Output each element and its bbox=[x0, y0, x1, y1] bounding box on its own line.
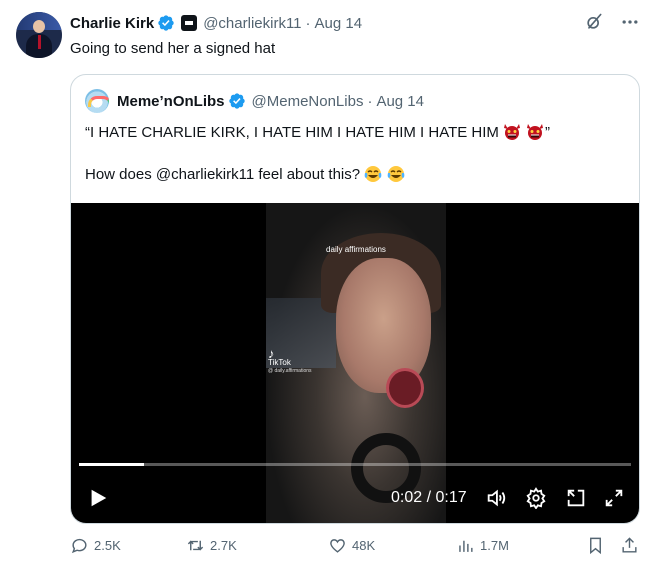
tweet-top-actions bbox=[584, 12, 640, 32]
views-icon bbox=[459, 540, 473, 552]
verified-badge-icon bbox=[228, 93, 245, 109]
quoted-text-main: I HATE CHARLIE KIRK, I HATE HIM I HATE H… bbox=[90, 123, 499, 141]
bookmark-button[interactable] bbox=[586, 536, 605, 555]
verified-badge-icon bbox=[158, 15, 174, 31]
video-duration: 0:17 bbox=[435, 489, 467, 506]
video-progress-fill bbox=[79, 463, 145, 466]
reply-button[interactable]: 2.5K bbox=[70, 536, 121, 555]
quoted-text-line-2: How does @charliekirk11 feel about this? bbox=[85, 164, 406, 184]
fullscreen-icon[interactable] bbox=[603, 487, 625, 509]
tiktok-logo-icon: ♪ bbox=[268, 346, 275, 361]
quoted-author-handle[interactable]: @MemeNonLibs bbox=[252, 93, 364, 110]
header-separator: · bbox=[305, 14, 311, 32]
video-time: 0:02 / 0:17 bbox=[391, 489, 467, 507]
angry-devil-emoji-icon bbox=[526, 124, 543, 140]
repost-icon bbox=[187, 540, 204, 551]
like-button[interactable]: 48K bbox=[328, 536, 375, 555]
affiliate-badge-icon[interactable] bbox=[181, 15, 198, 31]
views-button[interactable]: 1.7M bbox=[456, 536, 509, 555]
repost-button[interactable]: 2.7K bbox=[186, 536, 237, 555]
video-caption: daily affirmations bbox=[326, 245, 386, 254]
quoted-tweet-header: Meme’nOnLibs @MemeNonLibs · Aug 14 bbox=[85, 89, 424, 113]
video-controls: 0:02 / 0:17 bbox=[71, 483, 639, 513]
video-progress-bar[interactable] bbox=[79, 463, 631, 466]
quoted-text-question: How does @charliekirk11 feel about this? bbox=[85, 165, 361, 183]
share-icon bbox=[622, 537, 637, 553]
like-count: 48K bbox=[352, 538, 376, 553]
tweet-actions: 2.5K 2.7K 48K 1.7M bbox=[70, 536, 645, 558]
like-icon bbox=[330, 539, 345, 553]
close-quote-mark: ” bbox=[544, 123, 550, 141]
video-player[interactable]: daily affirmations ♪ TikTok @ daily.affi… bbox=[71, 203, 639, 523]
reply-icon bbox=[71, 538, 87, 554]
quoted-header-separator: · bbox=[367, 92, 373, 110]
tweet-header: Charlie Kirk @charliekirk11 · Aug 14 bbox=[70, 13, 362, 33]
tiktok-watermark: ♪ TikTok @ daily.affirmations bbox=[268, 346, 312, 376]
quoted-text-line-1: “ I HATE CHARLIE KIRK, I HATE HIM I HATE… bbox=[85, 122, 550, 142]
play-icon[interactable] bbox=[87, 487, 109, 509]
picture-in-picture-icon[interactable] bbox=[565, 487, 587, 509]
settings-icon[interactable] bbox=[525, 487, 547, 509]
share-button[interactable] bbox=[620, 536, 639, 555]
video-time-separator: / bbox=[426, 489, 432, 506]
bookmark-icon bbox=[590, 537, 601, 555]
video-current-time: 0:02 bbox=[391, 489, 423, 506]
tiktok-watermark-handle: @ daily.affirmations bbox=[268, 368, 312, 374]
tiktok-watermark-label: TikTok bbox=[268, 358, 291, 367]
repost-count: 2.7K bbox=[210, 538, 237, 553]
author-avatar[interactable] bbox=[16, 12, 62, 58]
tweet-date[interactable]: Aug 14 bbox=[315, 15, 363, 32]
quoted-tweet[interactable]: Meme’nOnLibs @MemeNonLibs · Aug 14 “ I H… bbox=[70, 74, 640, 524]
grok-icon[interactable] bbox=[584, 12, 604, 32]
more-icon[interactable] bbox=[620, 12, 640, 32]
angry-devil-emoji-icon bbox=[503, 124, 520, 140]
tweet-text: Going to send her a signed hat bbox=[70, 40, 276, 57]
volume-icon[interactable] bbox=[485, 487, 507, 509]
quoted-author-name[interactable]: Meme’nOnLibs bbox=[117, 93, 225, 110]
quoted-tweet-date[interactable]: Aug 14 bbox=[376, 93, 424, 110]
quoted-author-avatar[interactable] bbox=[85, 89, 109, 113]
tears-of-joy-emoji-icon bbox=[364, 166, 382, 182]
views-count: 1.7M bbox=[480, 538, 509, 553]
author-handle[interactable]: @charliekirk11 bbox=[203, 15, 301, 32]
author-name[interactable]: Charlie Kirk bbox=[70, 15, 154, 32]
tears-of-joy-emoji-icon bbox=[387, 166, 405, 182]
reply-count: 2.5K bbox=[94, 538, 121, 553]
